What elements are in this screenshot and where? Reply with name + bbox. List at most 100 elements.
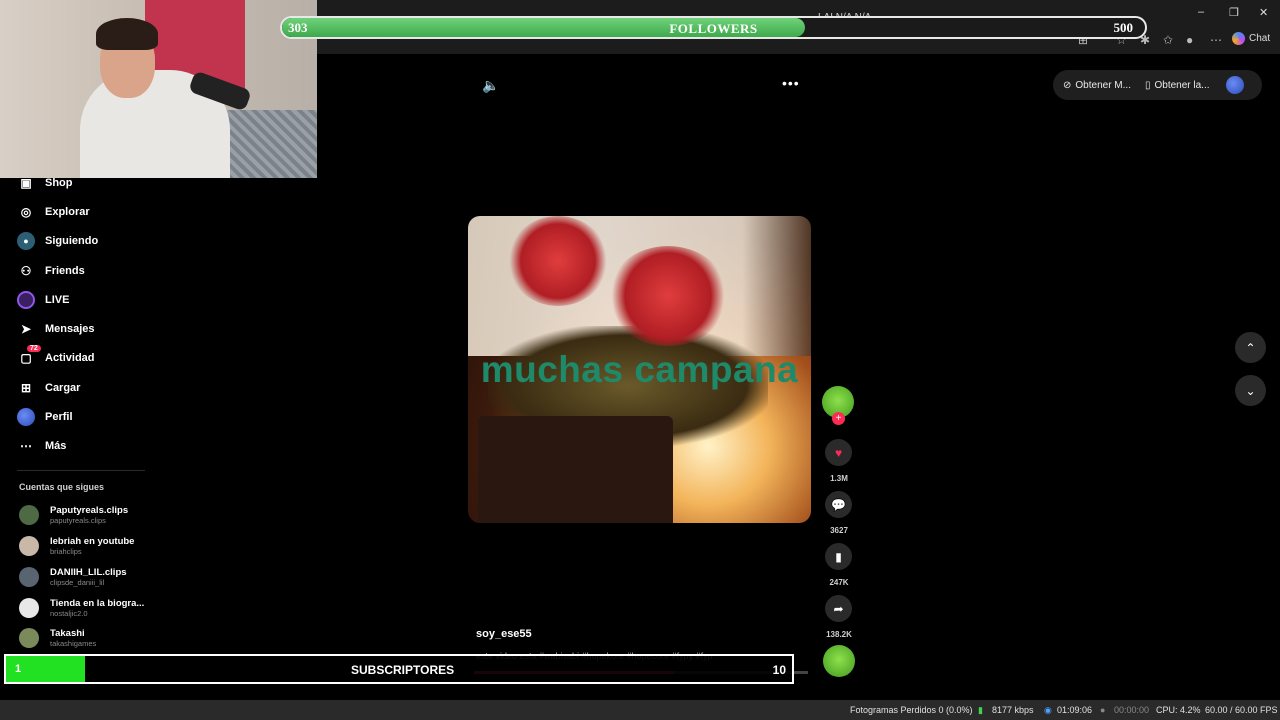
sidebar-item-cargar[interactable]: ⊞ Cargar — [17, 378, 81, 398]
heart-icon: ♥ — [834, 445, 843, 460]
account-item[interactable]: Paputyreals.clips paputyreals.clips — [19, 505, 128, 525]
comment-icon: 💬 — [831, 497, 846, 512]
save-count: 247K — [829, 578, 849, 587]
video-author[interactable]: soy_ese55 — [476, 628, 532, 640]
chevron-up-icon: ⌃ — [1245, 340, 1256, 355]
sidebar-item-live[interactable]: LIVE — [17, 290, 69, 310]
get-coins-label: Obtener M... — [1075, 79, 1131, 91]
sidebar-item-actividad[interactable]: ▢ 72 Actividad — [17, 345, 95, 368]
account-name: Takashi — [50, 628, 85, 639]
record-icon: ● — [1100, 705, 1106, 715]
get-app-label: Obtener la... — [1154, 79, 1210, 91]
sidebar-item-explorar[interactable]: ◎ Explorar — [17, 202, 90, 222]
account-item[interactable]: DANIIH_LIL.clips clipsde_daniii_lil — [19, 567, 127, 587]
sidebar-item-label: Más — [45, 440, 67, 452]
speaker-icon[interactable]: 🔈 — [482, 77, 499, 94]
more-dots-icon[interactable]: ••• — [782, 75, 800, 91]
share-count: 138.2K — [826, 630, 852, 639]
activity-badge: 72 — [27, 345, 41, 352]
get-app-button[interactable]: ▯ Obtener la... — [1145, 80, 1210, 91]
sidebar-item-label: Shop — [45, 177, 73, 189]
video-caption: muchas campana — [480, 349, 799, 390]
like-count: 1.3M — [830, 474, 848, 483]
shop-icon: ▣ — [20, 176, 32, 190]
following-accounts-title: Cuentas que sigues — [19, 482, 105, 492]
record-time: 00:00:00 — [1114, 705, 1150, 715]
chat-button[interactable]: Chat — [1232, 32, 1270, 45]
followers-goal-bar: 303 FOLLOWERS 500 — [280, 16, 1147, 39]
subscribers-current: 1 — [15, 663, 22, 675]
bitrate: 8177 kbps — [992, 705, 1034, 715]
follow-plus-icon[interactable]: + — [832, 412, 845, 425]
favorites-icon[interactable]: ✩ — [1163, 33, 1173, 47]
upload-icon: ⊞ — [20, 381, 32, 395]
avatar — [19, 628, 39, 648]
sidebar-item-label: Explorar — [45, 206, 90, 218]
sidebar-item-siguiendo[interactable]: ● Siguiendo — [17, 231, 98, 251]
previous-video-button[interactable]: ⌃ — [1235, 332, 1266, 363]
sidebar-item-label: Perfil — [45, 411, 73, 423]
sidebar-item-shop[interactable]: ▣ Shop — [17, 173, 73, 193]
account-handle: paputyreals.clips — [50, 516, 106, 525]
followers-goal: 500 — [1113, 20, 1134, 35]
account-item[interactable]: lebriah en youtube briahclips — [19, 536, 134, 556]
copilot-icon — [1232, 32, 1245, 45]
screen: LAI N/A N/A – ❐ ✕ ⊞ ☆ ✱ ✩ ● ⋯ Chat 303 F… — [0, 0, 1280, 720]
chevron-down-icon: ⌄ — [1245, 383, 1256, 398]
share-button[interactable]: ➦ — [825, 595, 852, 622]
menu-dots-icon[interactable]: ⋯ — [1210, 33, 1222, 47]
live-icon — [17, 291, 35, 309]
account-item[interactable]: Tienda en la biogra... nostaljic2.0 — [19, 598, 144, 618]
maximize-button[interactable]: ❐ — [1229, 6, 1239, 19]
following-icon: ● — [17, 232, 35, 250]
next-video-button[interactable]: ⌄ — [1235, 375, 1266, 406]
sidebar-item-mas[interactable]: ⋯ Más — [17, 436, 66, 456]
friends-icon: ⚇ — [20, 264, 32, 278]
sidebar-item-perfil[interactable]: Perfil — [17, 407, 73, 427]
subscribers-goal: 10 — [772, 663, 786, 677]
user-avatar[interactable] — [1225, 76, 1244, 94]
sidebar-divider — [17, 470, 145, 471]
close-button[interactable]: ✕ — [1259, 6, 1268, 19]
get-coins-button[interactable]: ⊘ Obtener M... — [1063, 80, 1131, 91]
video-flower — [608, 246, 728, 346]
messages-icon: ➤ — [20, 322, 32, 336]
obs-status-bar: Fotogramas Perdidos 0 (0.0%) ▮ 8177 kbps… — [0, 700, 1280, 720]
minimize-button[interactable]: – — [1198, 6, 1204, 18]
account-icon[interactable]: ● — [1186, 33, 1193, 47]
chat-label: Chat — [1249, 33, 1271, 44]
comment-count: 3627 — [830, 526, 848, 535]
account-item[interactable]: Takashi takashigames — [19, 628, 96, 648]
followers-label: FOLLOWERS — [669, 21, 758, 36]
subscribers-label: SUBSCRIPTORES — [351, 663, 455, 677]
account-handle: clipsde_daniii_lil — [50, 578, 105, 587]
signal-icon: ▮ — [978, 705, 983, 715]
save-button[interactable]: ▮ — [825, 543, 852, 570]
comment-button[interactable]: 💬 — [825, 491, 852, 518]
share-icon: ➦ — [833, 601, 844, 616]
sidebar-item-mensajes[interactable]: ➤ Mensajes — [17, 319, 95, 339]
avatar — [19, 598, 39, 618]
music-disc[interactable] — [823, 645, 855, 677]
bookmark-icon: ▮ — [835, 549, 842, 564]
like-button[interactable]: ♥ — [825, 439, 852, 466]
account-name: lebriah en youtube — [50, 536, 135, 547]
avatar — [19, 567, 39, 587]
sidebar: ▣ Shop ◎ Explorar ● Siguiendo ⚇ Friends … — [0, 176, 160, 654]
sidebar-item-label: Actividad — [45, 352, 95, 364]
coin-icon: ⊘ — [1063, 79, 1072, 91]
live-time: 01:09:06 — [1057, 705, 1093, 715]
webcam-hair — [96, 18, 158, 50]
account-name: Paputyreals.clips — [50, 505, 129, 516]
webcam-feed — [0, 0, 317, 178]
subscribers-goal-bar: 1 SUBSCRIPTORES 10 — [4, 654, 794, 684]
video-player[interactable]: muchas campana — [468, 216, 811, 523]
phone-icon: ▯ — [1144, 79, 1151, 91]
account-name: DANIIH_LIL.clips — [50, 567, 127, 578]
video-flowerpot — [478, 416, 673, 523]
sidebar-item-friends[interactable]: ⚇ Friends — [17, 261, 85, 281]
sidebar-item-label: Friends — [45, 265, 85, 277]
activity-icon: ▢ 72 — [17, 345, 41, 367]
profile-icon — [17, 408, 35, 426]
video-flower — [508, 216, 608, 306]
